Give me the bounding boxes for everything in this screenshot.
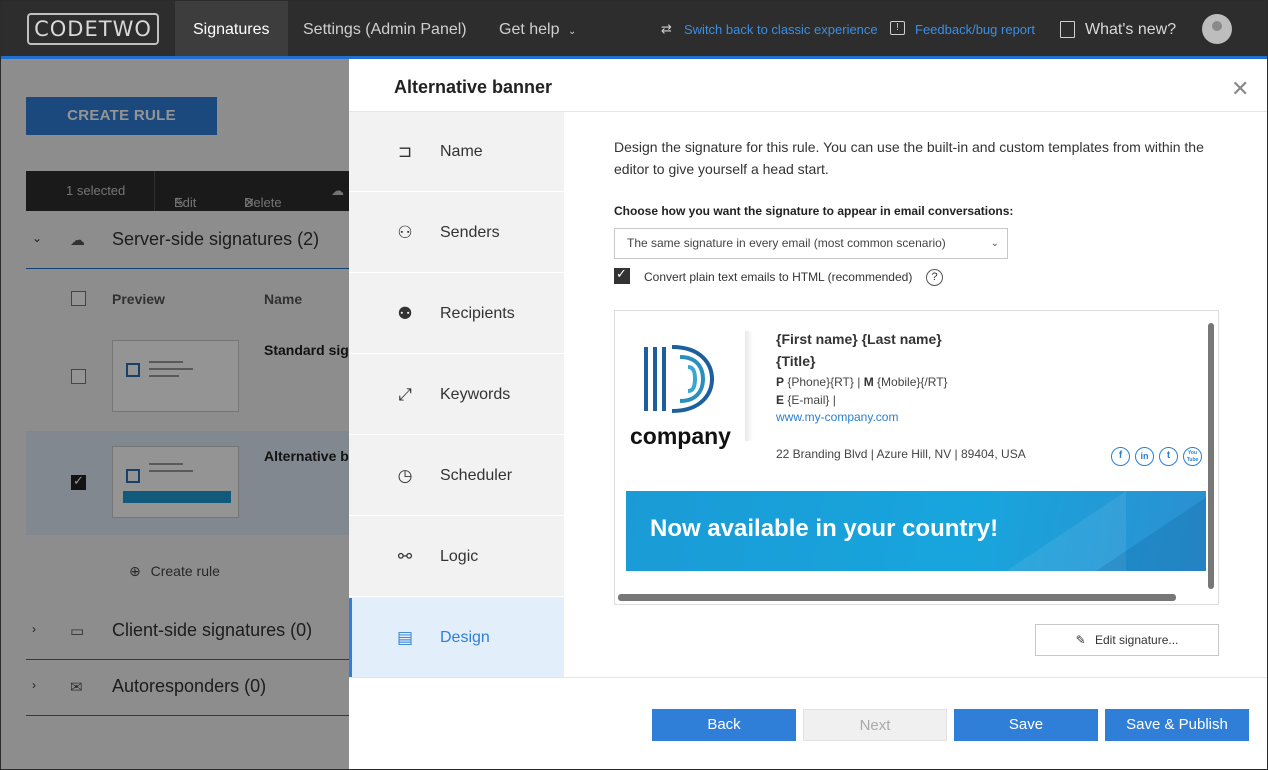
news-icon xyxy=(1060,21,1075,38)
chevron-down-icon: ⌄ xyxy=(567,26,577,37)
wizard-steps: ⊐ Name ⚇ Senders ⚉ Recipients ⤢ Keywords… xyxy=(349,112,564,678)
banner-text: Now available in your country! xyxy=(650,515,999,542)
sig-address: 22 Branding Blvd | Azure Hill, NV | 8940… xyxy=(776,447,1026,461)
signature-preview: company {First name} {Last name} {Title}… xyxy=(614,310,1219,605)
top-navigation-bar: CODETWO Signatures Settings (Admin Panel… xyxy=(1,1,1267,59)
next-button[interactable]: Next xyxy=(803,709,947,741)
step-label: Scheduler xyxy=(440,467,513,484)
nav-get-help-label: Get help xyxy=(499,21,560,38)
whats-new-link[interactable]: What's new? xyxy=(1085,1,1176,59)
sig-phone-line: P {Phone}{RT} | M {Mobile}{/RT} xyxy=(776,375,948,389)
company-logo-word: company xyxy=(630,423,731,449)
design-intro-text: Design the signature for this rule. You … xyxy=(614,139,1204,177)
preview-vertical-scrollbar[interactable] xyxy=(1208,323,1214,589)
banner-decoration xyxy=(1096,491,1206,571)
design-step-content: Design the signature for this rule. You … xyxy=(564,112,1267,677)
sig-website-link: www.my-company.com xyxy=(776,410,899,424)
step-keywords[interactable]: ⤢ Keywords xyxy=(349,355,564,435)
conversation-mode-label: Choose how you want the signature to app… xyxy=(614,204,1014,218)
step-label: Recipients xyxy=(440,305,515,322)
convert-html-checkbox[interactable] xyxy=(614,266,630,284)
logic-icon: ⚯ xyxy=(397,547,413,566)
pencil-icon: ✎ xyxy=(1075,633,1086,647)
save-publish-button[interactable]: Save & Publish xyxy=(1105,709,1249,741)
preview-horizontal-scrollbar[interactable] xyxy=(618,594,1176,601)
sig-email-line: E {E-mail} | xyxy=(776,393,836,407)
conversation-mode-select[interactable]: The same signature in every email (most … xyxy=(614,228,1008,259)
step-label: Logic xyxy=(440,548,479,565)
edit-signature-button[interactable]: ✎ Edit signature... xyxy=(1035,624,1219,656)
company-logo: company xyxy=(627,329,747,459)
feedback-icon: ! xyxy=(890,21,905,35)
design-icon: ▤ xyxy=(396,628,414,647)
user-avatar[interactable] xyxy=(1202,14,1232,44)
step-name[interactable]: ⊐ Name xyxy=(349,112,564,192)
save-button[interactable]: Save xyxy=(954,709,1098,741)
phone-value: {Phone}{RT} xyxy=(787,375,854,389)
phone-prefix: P xyxy=(776,375,785,389)
keywords-icon: ⤢ xyxy=(398,385,412,404)
signature-banner: Now available in your country! xyxy=(626,491,1206,571)
email-prefix: E xyxy=(776,393,785,407)
chevron-down-icon: ⌄ xyxy=(990,238,999,249)
nav-signatures[interactable]: Signatures xyxy=(175,1,288,56)
mobile-value: {Mobile}{/RT} xyxy=(877,375,948,389)
feedback-link[interactable]: Feedback/bug report xyxy=(915,1,1035,59)
conversation-mode-value: The same signature in every email (most … xyxy=(627,236,946,250)
sig-name: {First name} {Last name} xyxy=(776,331,942,347)
senders-icon: ⚇ xyxy=(397,223,413,242)
signpost-icon: ⊐ xyxy=(397,142,413,161)
edit-signature-label: Edit signature... xyxy=(1095,633,1179,647)
mobile-prefix: M xyxy=(863,375,874,389)
step-scheduler[interactable]: ◷ Scheduler xyxy=(349,436,564,516)
dialog-title: Alternative banner xyxy=(394,77,553,97)
step-senders[interactable]: ⚇ Senders xyxy=(349,193,564,273)
step-label: Senders xyxy=(440,224,500,241)
sig-title: {Title} xyxy=(776,353,816,369)
step-label: Design xyxy=(440,629,490,646)
step-label: Name xyxy=(440,143,483,160)
logo-divider xyxy=(745,331,753,441)
email-value: {E-mail} | xyxy=(787,393,836,407)
phone-separator: | xyxy=(857,375,861,389)
step-label: Keywords xyxy=(440,386,511,403)
dialog-footer-divider xyxy=(349,677,1267,678)
switch-icon: ⇄ xyxy=(661,21,672,36)
step-design[interactable]: ▤ Design xyxy=(349,598,564,678)
twitter-icon: t xyxy=(1159,447,1178,466)
nav-get-help[interactable]: Get help ⌄ xyxy=(499,1,576,56)
linkedin-icon: in xyxy=(1135,447,1154,466)
clock-icon: ◷ xyxy=(397,466,413,485)
switch-classic-link[interactable]: Switch back to classic experience xyxy=(684,1,878,59)
back-button[interactable]: Back xyxy=(652,709,796,741)
nav-settings[interactable]: Settings (Admin Panel) xyxy=(303,1,467,56)
modal-backdrop[interactable] xyxy=(1,59,349,769)
help-icon[interactable]: ? xyxy=(926,269,943,286)
convert-html-label[interactable]: Convert plain text emails to HTML (recom… xyxy=(644,270,912,284)
app-frame: CODETWO Signatures Settings (Admin Panel… xyxy=(0,0,1268,770)
company-logo-mark xyxy=(644,345,715,413)
codetwo-logo[interactable]: CODETWO xyxy=(27,13,159,45)
youtube-icon: You Tube xyxy=(1183,447,1202,466)
facebook-icon: f xyxy=(1111,447,1130,466)
step-recipients[interactable]: ⚉ Recipients xyxy=(349,274,564,354)
rule-wizard-dialog: Alternative banner ✕ ⊐ Name ⚇ Senders ⚉ … xyxy=(349,59,1267,769)
step-logic[interactable]: ⚯ Logic xyxy=(349,517,564,597)
close-icon[interactable]: ✕ xyxy=(1231,76,1249,102)
recipients-icon: ⚉ xyxy=(397,304,413,323)
